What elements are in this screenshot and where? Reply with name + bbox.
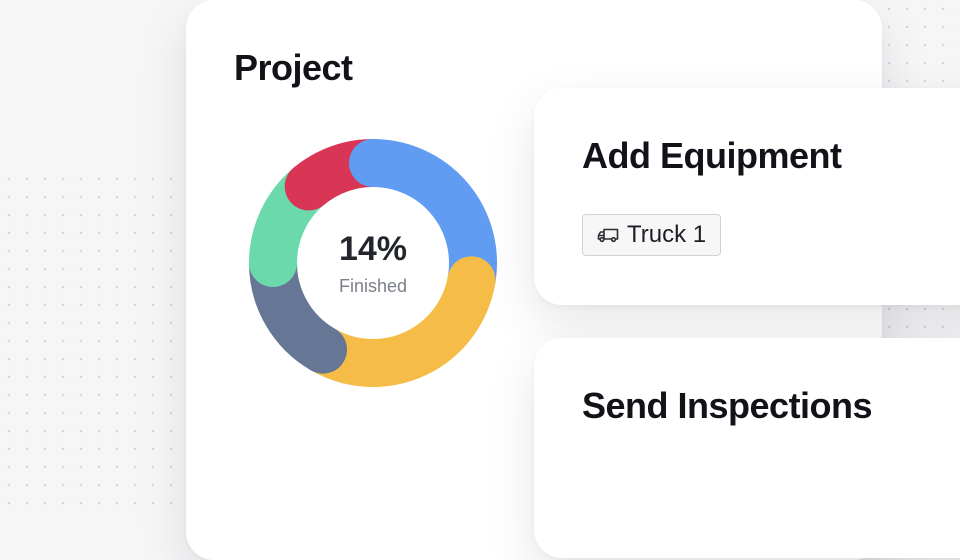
add-equipment-title: Add Equipment: [582, 135, 842, 176]
donut-segment-cap: [284, 162, 333, 211]
equipment-chip-label: Truck 1: [627, 221, 707, 248]
dot-pattern: [880, 300, 960, 340]
add-equipment-card: Add Equipment Truck 1: [534, 88, 960, 305]
donut-segment-cap: [349, 139, 397, 187]
donut-segment-cap: [299, 325, 347, 374]
progress-donut: 14% Finished: [242, 132, 504, 394]
project-title: Project: [234, 47, 353, 88]
truck-icon: [597, 227, 619, 243]
donut-segment-cap: [249, 239, 297, 287]
dot-pattern: [880, 0, 960, 90]
donut-chart: [249, 139, 497, 387]
equipment-chip-truck-1[interactable]: Truck 1: [582, 214, 722, 256]
send-inspections-card: Send Inspections: [534, 338, 960, 558]
donut-segment-cap: [447, 256, 496, 305]
dot-pattern: [0, 170, 200, 514]
send-inspections-title: Send Inspections: [582, 385, 873, 426]
